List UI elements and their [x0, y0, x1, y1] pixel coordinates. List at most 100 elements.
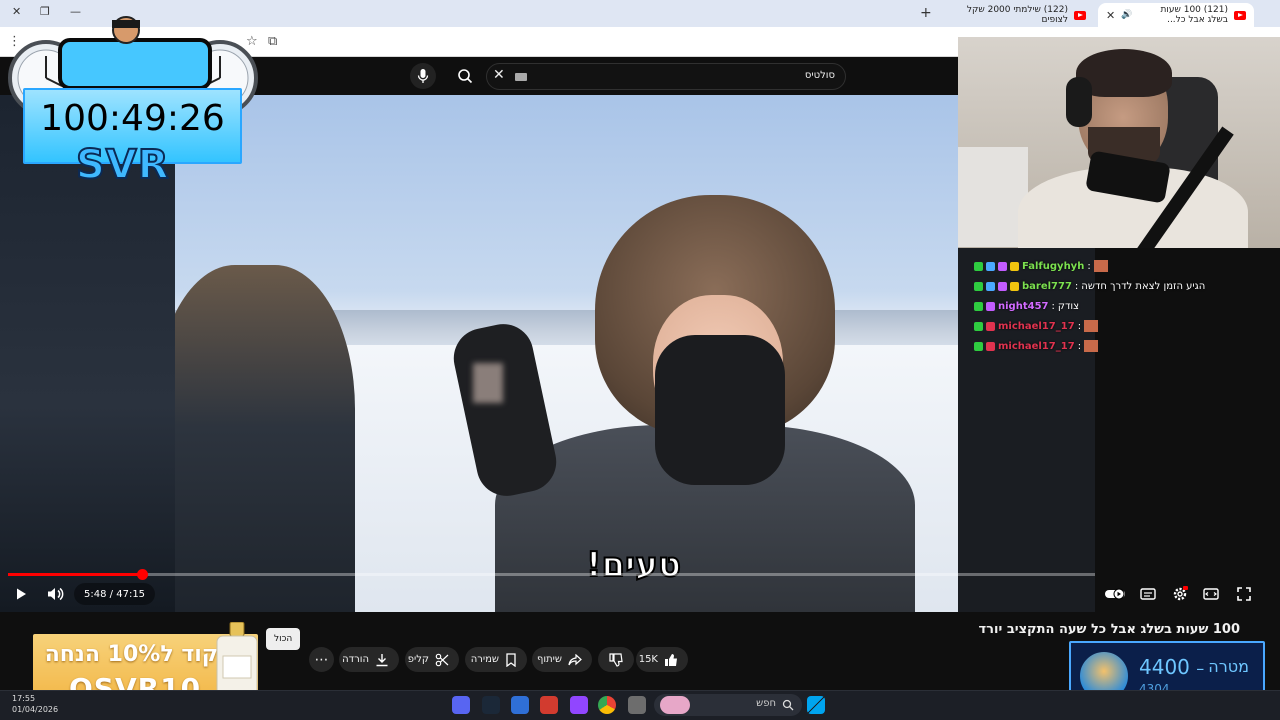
gear-icon [1173, 586, 1188, 601]
like-count: 15K [638, 654, 658, 665]
more-icon: ⋯ [314, 651, 329, 668]
headset [1066, 77, 1092, 127]
volume-icon [48, 587, 64, 601]
voice-search-button[interactable] [410, 63, 436, 89]
gem-badge-icon [986, 281, 995, 291]
tab-title: (122) שילמתי 2000 שקל לצופים [966, 5, 1068, 25]
sword-badge-icon [998, 281, 1007, 291]
play-button[interactable] [10, 583, 32, 605]
windows-start-icon[interactable] [807, 696, 825, 714]
sword-badge-icon [986, 321, 995, 331]
media-app-icon[interactable] [540, 696, 558, 714]
chrome-icon[interactable] [598, 696, 616, 714]
keyboard-icon[interactable] [515, 73, 527, 81]
time-total: 47:15 [116, 588, 146, 600]
chat-message: night457 : צודק [974, 298, 1079, 314]
clear-search-icon[interactable]: ✕ [493, 67, 505, 83]
like-button[interactable]: 15K [636, 647, 688, 672]
taskbar-time: 17:55 [12, 694, 36, 703]
sword-badge-icon [986, 341, 995, 351]
gem-badge-icon [986, 261, 995, 271]
clip-label: קליפ [407, 654, 429, 665]
download-button[interactable]: הורדה [339, 647, 399, 672]
youtube-icon [1074, 10, 1086, 20]
captions-button[interactable] [1137, 583, 1159, 605]
mute-button[interactable] [44, 583, 68, 605]
tab-1-active[interactable]: (121) 100 שעות בשלג אבל כל... 🔊 ✕ [1098, 3, 1254, 27]
discord-icon[interactable] [452, 696, 470, 714]
search-button[interactable] [452, 63, 478, 89]
promo-discount-text: קוד ל10% הנחה [44, 642, 218, 667]
moderator-badge-icon [974, 281, 983, 291]
search-highlight-icon [660, 696, 690, 714]
steam-icon[interactable] [482, 696, 500, 714]
tooltip: הכול [266, 628, 301, 650]
progress-played [8, 573, 142, 576]
download-label: הורדה [342, 654, 369, 665]
chat-message: barel777 : הגיע הזמן לצאת לדרך חדשה [974, 278, 1205, 294]
chat-message: Falfugyhyh : [974, 258, 1108, 274]
notepad-icon[interactable] [511, 696, 529, 714]
share-button[interactable]: שיתוף [532, 647, 592, 672]
chat-username: barel777 [1022, 280, 1072, 292]
share-icon [568, 653, 582, 665]
fullscreen-button[interactable] [1233, 583, 1255, 605]
webcam-overlay [958, 37, 1280, 248]
brand-logo-text: SVR [75, 141, 170, 189]
scissors-icon [435, 653, 449, 666]
taskbar-clock[interactable]: 17:55 01/04/2026 [12, 693, 58, 715]
time-display: 5:48 / 47:15 [74, 583, 156, 605]
tab-2[interactable]: (122) שילמתי 2000 שקל לצופים [946, 3, 1094, 27]
save-button[interactable]: שמירה [465, 647, 527, 672]
bookmark-icon [506, 652, 516, 667]
chat-username: michael17_17 [998, 340, 1075, 352]
emote-icon [1084, 320, 1099, 332]
blurred-patch [473, 363, 503, 403]
emote-icon [1084, 340, 1099, 352]
chat-text: צודק [1057, 300, 1080, 312]
more-actions-button[interactable]: ⋯ [309, 647, 334, 672]
autoplay-toggle[interactable] [1103, 583, 1127, 605]
person-left [175, 265, 355, 612]
time-separator: / [109, 588, 114, 600]
thumbs-down-icon [609, 652, 623, 667]
video-frame [175, 95, 958, 612]
chat-username: Falfugyhyh [1022, 260, 1085, 272]
toggle-icon [1105, 588, 1125, 600]
taskbar-search[interactable]: חפש [654, 694, 802, 716]
chat-username: night457 [998, 300, 1049, 312]
download-icon [376, 653, 388, 666]
chat-sep: : [1077, 320, 1082, 332]
clip-button[interactable]: קליפ [405, 647, 459, 672]
file-explorer-icon[interactable] [628, 696, 646, 714]
settings-button[interactable] [1169, 583, 1191, 605]
glove [655, 335, 785, 485]
close-tab-icon[interactable]: ✕ [1106, 9, 1115, 22]
theater-mode-button[interactable] [1200, 583, 1222, 605]
chat-sep: : [1087, 260, 1091, 272]
dislike-button[interactable] [598, 647, 634, 672]
fullscreen-icon [1237, 587, 1251, 601]
play-icon [17, 588, 26, 600]
goal-dash: – [1196, 659, 1205, 678]
chat-text: הגיע הזמן לצאת לדרך חדשה [1081, 280, 1206, 292]
twitch-icon[interactable] [570, 696, 588, 714]
moderator-badge-icon [974, 261, 983, 271]
share-label: שיתוף [536, 654, 562, 665]
progress-scrubber[interactable] [136, 569, 148, 580]
new-tab-button[interactable]: + [920, 5, 932, 21]
speaker-icon[interactable]: 🔊 [1121, 10, 1132, 20]
moderator-badge-icon [974, 321, 983, 331]
search-icon [458, 69, 473, 84]
emote-badge-icon [1010, 281, 1019, 291]
emote-icon [1093, 260, 1108, 272]
install-app-icon[interactable]: ⧉ [268, 34, 277, 49]
moderator-badge-icon [974, 301, 983, 311]
search-input[interactable]: ✕ סולטיס [486, 63, 846, 90]
stream-chat: Falfugyhyh : barel777 : הגיע הזמן לצאת ל… [968, 250, 1280, 360]
progress-bar[interactable] [8, 569, 1095, 580]
chat-sep: : [1077, 340, 1082, 352]
timer-value: 100:49:26 [40, 98, 225, 139]
search-icon [782, 699, 794, 711]
captions-icon [1140, 588, 1156, 600]
